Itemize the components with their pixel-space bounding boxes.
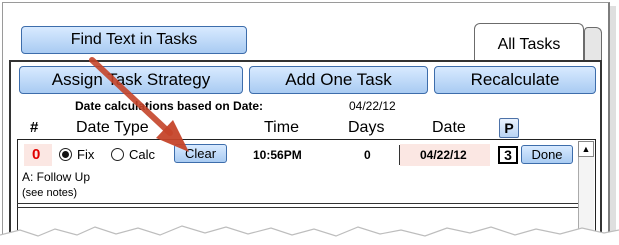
calc-radio[interactable] (111, 148, 124, 161)
row-divider (17, 203, 578, 204)
task-notes[interactable]: (see notes) (22, 187, 77, 199)
task-title[interactable]: A: Follow Up (22, 170, 90, 184)
column-time: Time (264, 119, 299, 136)
tab-all-tasks[interactable]: All Tasks (474, 23, 584, 61)
calc-label: Calc (129, 147, 156, 162)
task-days[interactable]: 0 (364, 148, 371, 162)
task-time[interactable]: 10:56PM (253, 148, 302, 162)
priority-sort-button[interactable]: P (499, 118, 519, 138)
scroll-up-arrow-icon[interactable]: ▲ (578, 141, 594, 157)
row-divider-2 (17, 207, 578, 208)
clear-button[interactable]: Clear (174, 144, 227, 163)
date-separator (399, 145, 400, 165)
find-text-button[interactable]: Find Text in Tasks (21, 26, 247, 54)
column-date-type: Date Type (76, 119, 149, 136)
assign-task-strategy-button[interactable]: Assign Task Strategy (19, 66, 243, 94)
tab-all-tasks-label: All Tasks (497, 36, 561, 53)
window-shadow (610, 6, 616, 232)
task-date[interactable]: 04/22/12 (420, 148, 467, 162)
task-number: 0 (32, 146, 41, 163)
fix-label: Fix (77, 147, 95, 162)
column-date: Date (432, 119, 466, 136)
date-basis-value: 04/22/12 (349, 99, 396, 113)
task-priority[interactable]: 3 (498, 146, 518, 164)
column-number: # (30, 119, 39, 136)
torn-edge (0, 225, 619, 245)
tab-next-edge[interactable] (584, 27, 602, 61)
done-button[interactable]: Done (521, 145, 573, 164)
fix-radio[interactable] (59, 148, 72, 161)
date-basis-label: Date calculations based on Date: (75, 99, 264, 113)
add-one-task-button[interactable]: Add One Task (249, 66, 428, 94)
recalculate-button[interactable]: Recalculate (434, 66, 596, 94)
column-days: Days (348, 119, 385, 136)
